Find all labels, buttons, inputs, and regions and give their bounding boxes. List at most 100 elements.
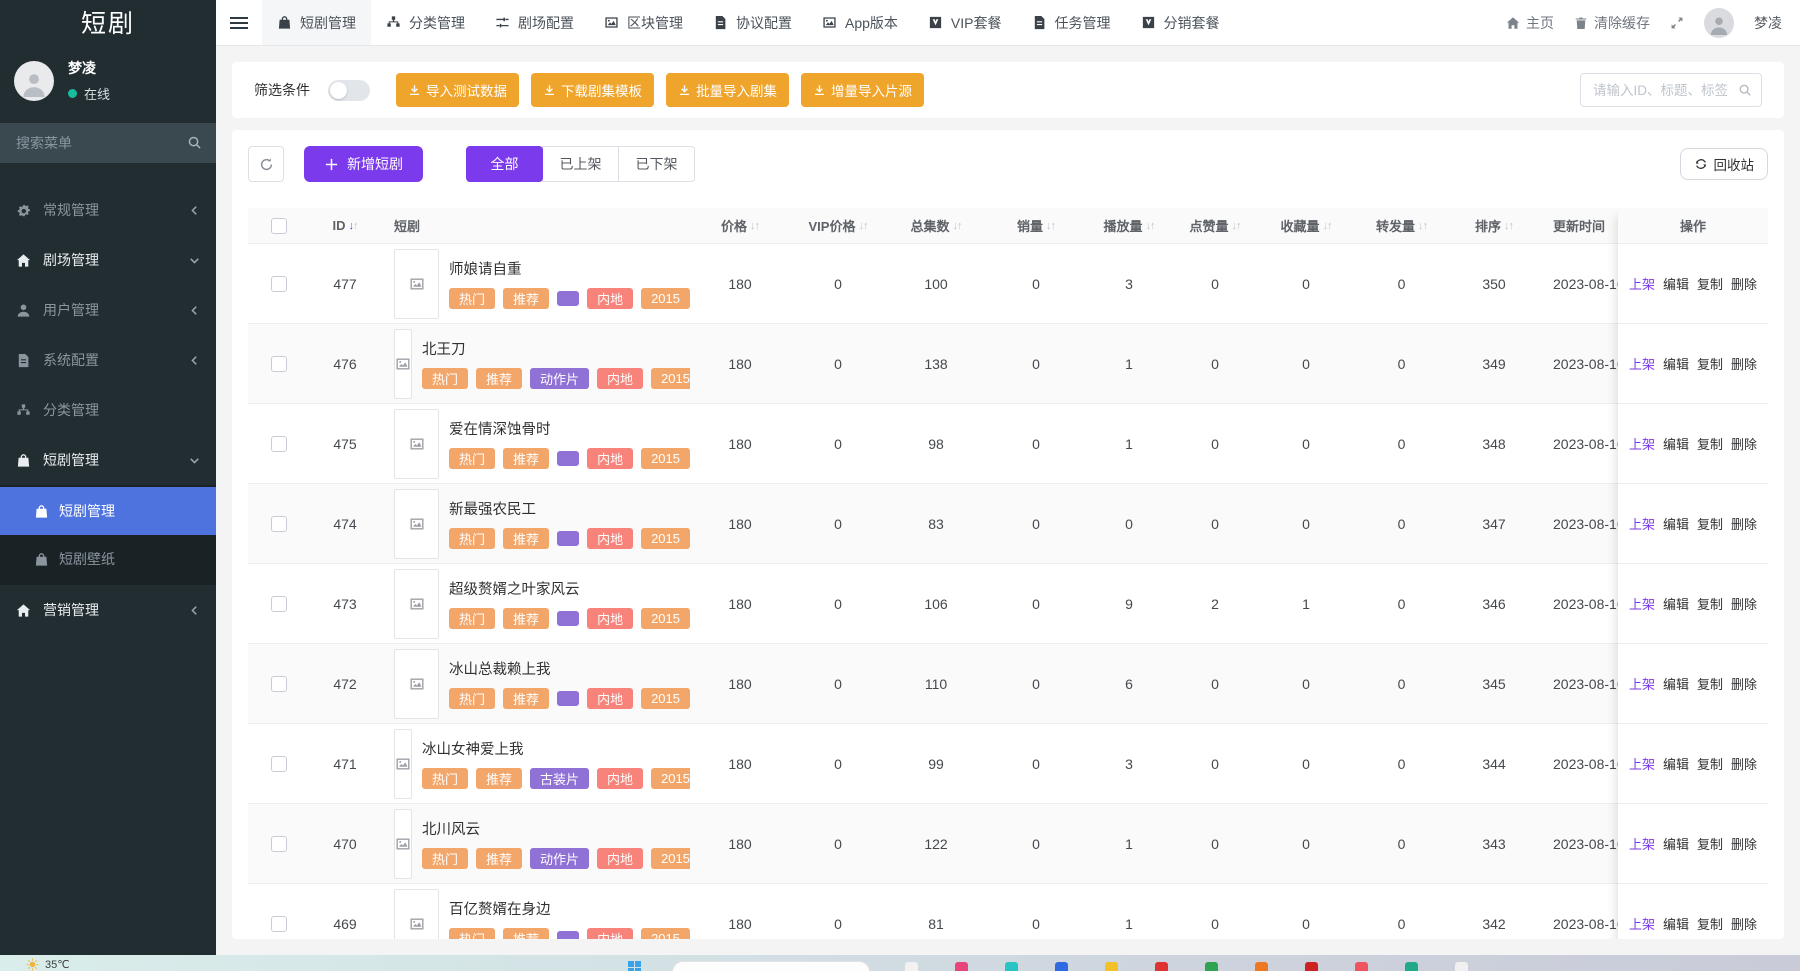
sort-arrows-icon[interactable]: ↓↑ <box>1418 220 1427 232</box>
submenu-item-短剧壁纸[interactable]: 短剧壁纸 <box>0 535 216 583</box>
taskbar-weather[interactable]: 35℃ <box>26 958 70 971</box>
sidebar-item-短剧管理[interactable]: 短剧管理 <box>0 435 216 485</box>
action-link-编辑[interactable]: 编辑 <box>1663 434 1689 453</box>
taskbar-app-icon[interactable] <box>955 962 968 971</box>
user-avatar[interactable] <box>14 61 54 101</box>
taskbar-app-icon[interactable] <box>1005 962 1018 971</box>
status-tab-已上架[interactable]: 已上架 <box>542 146 619 182</box>
import-button-导入测试数据[interactable]: 导入测试数据 <box>396 73 519 107</box>
home-link[interactable]: 主页 <box>1506 13 1554 33</box>
action-link-上架[interactable]: 上架 <box>1629 754 1655 773</box>
action-link-编辑[interactable]: 编辑 <box>1663 674 1689 693</box>
nav-tab-区块管理[interactable]: 区块管理 <box>589 0 698 45</box>
action-link-复制[interactable]: 复制 <box>1697 594 1723 613</box>
row-checkbox[interactable] <box>271 916 287 932</box>
action-link-上架[interactable]: 上架 <box>1629 914 1655 933</box>
action-link-删除[interactable]: 删除 <box>1731 914 1757 933</box>
action-link-复制[interactable]: 复制 <box>1697 674 1723 693</box>
action-link-复制[interactable]: 复制 <box>1697 514 1723 533</box>
action-link-上架[interactable]: 上架 <box>1629 834 1655 853</box>
row-checkbox[interactable] <box>271 756 287 772</box>
action-link-删除[interactable]: 删除 <box>1731 754 1757 773</box>
taskbar-app-icon[interactable] <box>1455 962 1468 971</box>
action-link-删除[interactable]: 删除 <box>1731 514 1757 533</box>
taskbar-app-icon[interactable] <box>1155 962 1168 971</box>
drama-thumbnail[interactable] <box>394 809 412 879</box>
sidebar-item-常规管理[interactable]: 常规管理 <box>0 185 216 235</box>
action-link-删除[interactable]: 删除 <box>1731 594 1757 613</box>
action-link-编辑[interactable]: 编辑 <box>1663 834 1689 853</box>
drama-thumbnail[interactable] <box>394 249 439 319</box>
action-link-编辑[interactable]: 编辑 <box>1663 274 1689 293</box>
sidebar-item-分类管理[interactable]: 分类管理 <box>0 385 216 435</box>
nav-tab-分销套餐[interactable]: 分销套餐 <box>1126 0 1235 45</box>
drama-thumbnail[interactable] <box>394 489 439 559</box>
import-button-增量导入片源[interactable]: 增量导入片源 <box>801 73 924 107</box>
row-checkbox[interactable] <box>271 516 287 532</box>
drama-thumbnail[interactable] <box>394 649 439 719</box>
submenu-item-短剧管理[interactable]: 短剧管理 <box>0 487 216 535</box>
sort-arrows-icon[interactable]: ↓↑ <box>1504 220 1513 232</box>
action-link-复制[interactable]: 复制 <box>1697 914 1723 933</box>
action-link-上架[interactable]: 上架 <box>1629 514 1655 533</box>
action-link-删除[interactable]: 删除 <box>1731 274 1757 293</box>
action-link-上架[interactable]: 上架 <box>1629 674 1655 693</box>
row-checkbox[interactable] <box>271 276 287 292</box>
add-drama-button[interactable]: 新增短剧 <box>304 146 423 182</box>
recycle-bin-button[interactable]: 回收站 <box>1680 148 1769 180</box>
filter-toggle[interactable] <box>328 80 370 101</box>
sort-arrows-icon[interactable]: ↓↑ <box>1232 220 1241 232</box>
nav-tab-VIP套餐[interactable]: VIP套餐 <box>913 0 1017 45</box>
taskbar-app-icon[interactable] <box>1255 962 1268 971</box>
taskbar-search[interactable] <box>672 961 870 971</box>
sidebar-item-用户管理[interactable]: 用户管理 <box>0 285 216 335</box>
drama-thumbnail[interactable] <box>394 329 412 399</box>
taskbar-app-icon[interactable] <box>1055 962 1068 971</box>
sort-arrows-icon[interactable]: ↓↑ <box>1046 220 1055 232</box>
taskbar-app-icon[interactable] <box>1105 962 1118 971</box>
action-link-删除[interactable]: 删除 <box>1731 674 1757 693</box>
action-link-编辑[interactable]: 编辑 <box>1663 354 1689 373</box>
sidebar-item-系统配置[interactable]: 系统配置 <box>0 335 216 385</box>
table-search-input[interactable] <box>1580 73 1762 107</box>
sort-arrows-icon[interactable]: ↓↑ <box>1146 220 1155 232</box>
sort-arrows-icon[interactable]: ↓↑ <box>1323 220 1332 232</box>
taskbar-app-icon[interactable] <box>905 962 918 971</box>
row-checkbox[interactable] <box>271 836 287 852</box>
sort-arrows-icon[interactable]: ↓↑ <box>750 220 759 232</box>
clear-cache-link[interactable]: 清除缓存 <box>1574 13 1650 33</box>
drama-thumbnail[interactable] <box>394 409 439 479</box>
taskbar-app-icon[interactable] <box>1205 962 1218 971</box>
sidebar-item-营销管理[interactable]: 营销管理 <box>0 585 216 635</box>
status-tab-已下架[interactable]: 已下架 <box>618 146 695 182</box>
action-link-删除[interactable]: 删除 <box>1731 354 1757 373</box>
nav-tab-分类管理[interactable]: 分类管理 <box>371 0 480 45</box>
action-link-上架[interactable]: 上架 <box>1629 594 1655 613</box>
action-link-编辑[interactable]: 编辑 <box>1663 914 1689 933</box>
drama-thumbnail[interactable] <box>394 889 439 940</box>
action-link-编辑[interactable]: 编辑 <box>1663 754 1689 773</box>
taskbar-app-icon[interactable] <box>1405 962 1418 971</box>
nav-tab-App版本[interactable]: App版本 <box>807 0 913 45</box>
sort-arrows-icon[interactable]: ↓↑ <box>953 220 962 232</box>
row-checkbox[interactable] <box>271 356 287 372</box>
action-link-复制[interactable]: 复制 <box>1697 834 1723 853</box>
taskbar-app-icon[interactable] <box>1305 962 1318 971</box>
select-all-checkbox[interactable] <box>271 218 287 234</box>
sort-arrows-icon[interactable]: ↓↑ <box>349 220 358 232</box>
action-link-上架[interactable]: 上架 <box>1629 354 1655 373</box>
action-link-上架[interactable]: 上架 <box>1629 434 1655 453</box>
fullscreen-button[interactable] <box>1670 16 1684 30</box>
nav-tab-协议配置[interactable]: 协议配置 <box>698 0 807 45</box>
action-link-删除[interactable]: 删除 <box>1731 434 1757 453</box>
drama-thumbnail[interactable] <box>394 729 412 799</box>
action-link-复制[interactable]: 复制 <box>1697 354 1723 373</box>
row-checkbox[interactable] <box>271 596 287 612</box>
refresh-button[interactable] <box>248 146 284 182</box>
row-checkbox[interactable] <box>271 436 287 452</box>
action-link-复制[interactable]: 复制 <box>1697 274 1723 293</box>
drama-thumbnail[interactable] <box>394 569 439 639</box>
action-link-编辑[interactable]: 编辑 <box>1663 514 1689 533</box>
nav-tab-短剧管理[interactable]: 短剧管理 <box>262 0 371 45</box>
navbar-avatar[interactable] <box>1704 8 1734 38</box>
